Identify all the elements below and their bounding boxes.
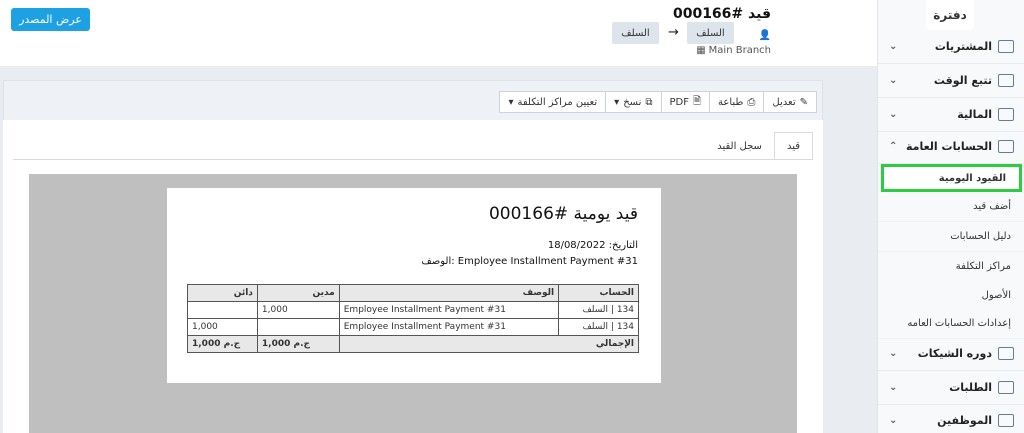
table-row: 134 | السلف Employee Installment Payment… xyxy=(187,301,639,319)
table-row: 134 | السلف Employee Installment Payment… xyxy=(187,318,639,336)
sidebar-item-purchases[interactable]: ⌄ المشتريات xyxy=(878,30,1024,64)
action-toolbar: ▾ تعيين مراكز التكلفة ▾ نسخ ⧉ PDF 🗎 طباعة ⎙ ت… xyxy=(499,91,817,113)
view-source-button[interactable]: عرض المصدر xyxy=(11,8,90,31)
cost-centers-button[interactable]: ▾ تعيين مراكز التكلفة xyxy=(499,91,607,113)
copy-icon: ⧉ xyxy=(645,96,653,108)
sidebar-subitem-assets[interactable]: الأصول xyxy=(878,281,1024,311)
branch-name: Main Branch xyxy=(708,45,771,56)
cart-icon xyxy=(998,40,1014,53)
col-description: الوصف xyxy=(338,284,560,302)
debit-cell: 1,000 xyxy=(256,301,340,319)
total-debit: 1,000 ج.م xyxy=(256,335,340,353)
document-date: التاريخ: 18/08/2022 xyxy=(547,240,638,251)
caret-down-icon: ▾ xyxy=(508,96,514,108)
user-icon: 👤 xyxy=(758,30,771,41)
document-title: قيد يومية #000166 xyxy=(488,204,638,224)
users-icon xyxy=(998,414,1014,427)
chevron-down-icon: ⌄ xyxy=(889,41,898,52)
sidebar-subitem-accounts-settings[interactable]: إعدادات الحسابات العامه xyxy=(878,309,1024,339)
chevron-down-icon: ⌄ xyxy=(889,415,898,426)
chevron-down-icon: ⌄ xyxy=(889,382,898,393)
sidebar-item-cheques[interactable]: ⌄ دوره الشيكات xyxy=(878,337,1024,371)
sidebar-item-employees[interactable]: ⌄ الموظفين xyxy=(878,404,1024,433)
pencil-icon: ✎ xyxy=(799,96,808,108)
tab-entry[interactable]: قيد xyxy=(773,132,813,160)
journal-table: الحساب الوصف مدين دائن 134 | السلف Emplo… xyxy=(187,284,640,353)
account-cell: 134 | السلف xyxy=(558,301,639,319)
credit-cell xyxy=(187,301,258,319)
document-description: الوصف: Employee Installment Payment #31 xyxy=(421,256,638,267)
chevron-up-icon: ⌃ xyxy=(889,141,898,152)
sidebar-subitem-add-entry[interactable]: أضف قيد xyxy=(878,192,1024,222)
description-cell: Employee Installment Payment #31 xyxy=(338,318,560,336)
divider xyxy=(13,159,813,160)
cheque-icon xyxy=(998,347,1014,360)
description-cell: Employee Installment Payment #31 xyxy=(338,301,560,319)
page-title: قيد #000166 xyxy=(672,6,771,22)
arrow-icon: → xyxy=(668,25,679,40)
credit-cell: 1,000 xyxy=(187,318,258,336)
sidebar-item-orders[interactable]: ⌄ الطلبات xyxy=(878,371,1024,405)
branch-label: ▦ Main Branch xyxy=(696,45,771,56)
col-account: الحساب xyxy=(558,284,639,302)
money-icon xyxy=(998,140,1014,153)
total-row: الإجمالي 1,000 ج.م 1,000 ج.م xyxy=(187,335,640,353)
col-debit: مدين xyxy=(256,284,340,302)
building-icon: ▦ xyxy=(696,45,706,56)
logo: دفترة xyxy=(926,0,974,30)
total-label: الإجمالي xyxy=(338,335,640,353)
calendar-clock-icon xyxy=(998,74,1014,87)
tab-entry-log[interactable]: سجل القيد xyxy=(705,132,774,160)
table-header-row: الحساب الوصف مدين دائن xyxy=(187,284,639,302)
chevron-down-icon: ⌄ xyxy=(889,348,898,359)
orders-icon xyxy=(998,381,1014,394)
account-tag-from[interactable]: السلف xyxy=(612,22,659,44)
money-icon xyxy=(998,108,1014,121)
sidebar-item-time-tracking[interactable]: ⌄ تتبع الوقت xyxy=(878,64,1024,98)
sidebar-subitem-journal-entries[interactable]: القيود اليومية xyxy=(881,164,1022,192)
sidebar: دفترة ⌄ المشتريات ⌄ تتبع الوقت ⌄ المالية… xyxy=(877,0,1024,433)
chevron-down-icon: ⌄ xyxy=(889,75,898,86)
edit-button[interactable]: تعديل ✎ xyxy=(763,91,817,113)
file-icon: 🗎 xyxy=(692,95,702,107)
total-credit: 1,000 ج.م xyxy=(187,335,258,353)
account-cell: 134 | السلف xyxy=(558,318,639,336)
tab-bar: سجل القيد قيد xyxy=(705,132,813,160)
sidebar-item-general-accounts[interactable]: ⌃ الحسابات العامة xyxy=(878,130,1024,164)
col-credit: دائن xyxy=(187,284,258,302)
pdf-button[interactable]: PDF 🗎 xyxy=(660,91,711,113)
printer-icon: ⎙ xyxy=(747,96,756,108)
sidebar-item-finance[interactable]: ⌄ المالية xyxy=(878,98,1024,132)
account-tag-to[interactable]: السلف xyxy=(687,22,734,44)
chevron-down-icon: ⌄ xyxy=(889,109,898,120)
caret-down-icon: ▾ xyxy=(614,96,620,108)
sidebar-subitem-chart-of-accounts[interactable]: دليل الحسابات xyxy=(878,222,1024,252)
copy-button[interactable]: ▾ نسخ ⧉ xyxy=(605,91,662,113)
debit-cell xyxy=(256,318,340,336)
sidebar-subitem-cost-centers[interactable]: مراكز التكلفة xyxy=(878,252,1024,282)
print-button[interactable]: طباعة ⎙ xyxy=(709,91,765,113)
